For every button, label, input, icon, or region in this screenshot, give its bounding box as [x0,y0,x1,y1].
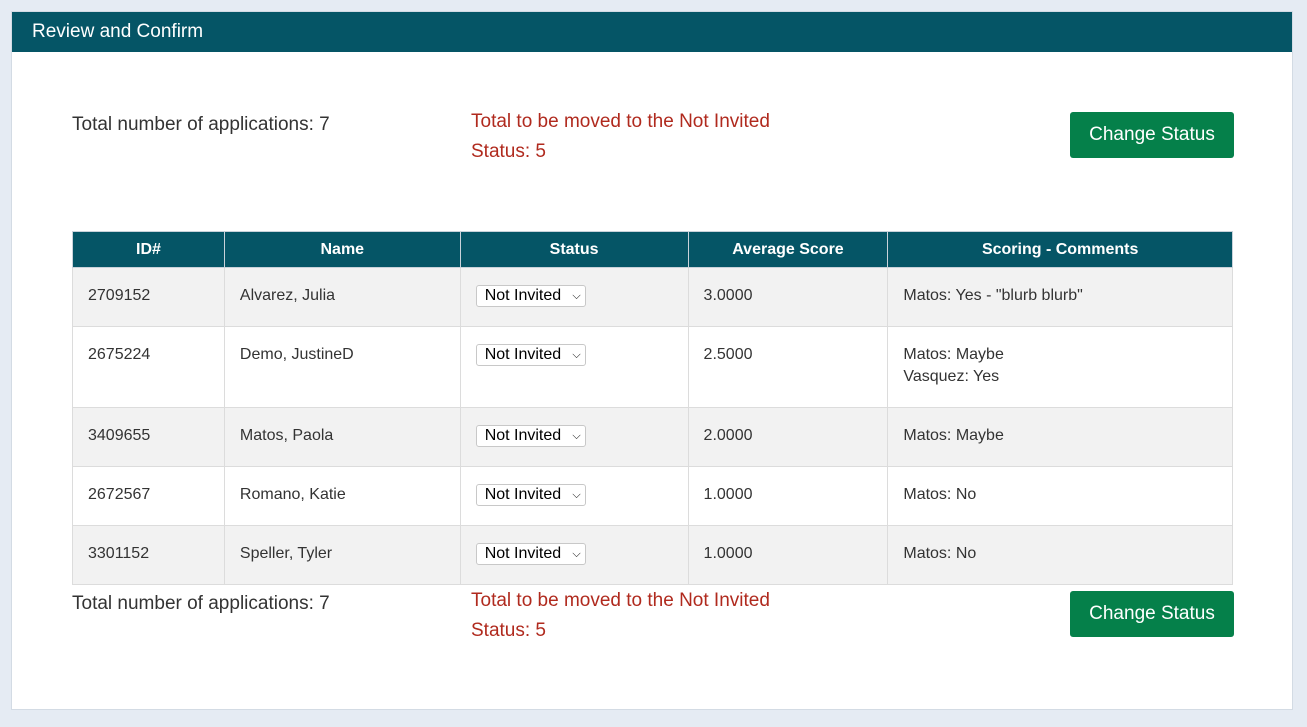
moved-line-1: Total to be moved to the Not Invited [471,111,770,132]
panel-title: Review and Confirm [32,21,204,42]
cell-comments: Matos: No [887,525,1233,585]
table-row: 2672567 Romano, Katie Not Invited ⌵ 1.000… [72,466,1233,526]
comment-line: Matos: Yes - "blurb blurb" [903,287,1083,304]
status-select-value: Not Invited [484,486,562,503]
panel-header: Review and Confirm [12,12,1292,52]
cell-score: 2.5000 [687,326,889,408]
comment-line: Matos: Maybe [903,346,1004,363]
comment-line: Matos: No [903,545,977,562]
total-applications: Total number of applications: 7 [72,593,330,614]
cell-name: Romano, Katie [223,466,461,526]
change-status-button-top[interactable]: Change Status [1070,112,1234,158]
cell-id: 2709152 [72,267,225,327]
cell-comments: Matos: Yes - "blurb blurb" [887,267,1233,327]
table-row: 2709152 Alvarez, Julia Not Invited ⌵ 3.00… [72,267,1233,327]
cell-name: Speller, Tyler [223,525,461,585]
status-select[interactable]: Not Invited ⌵ [475,285,586,307]
chevron-down-icon: ⌵ [572,290,581,302]
status-select[interactable]: Not Invited ⌵ [475,484,586,506]
chevron-down-icon: ⌵ [572,349,581,361]
cell-status: Not Invited ⌵ [459,466,689,526]
cell-status: Not Invited ⌵ [459,326,689,408]
status-select[interactable]: Not Invited ⌵ [475,425,586,447]
review-panel: Review and Confirm Total number of appli… [11,11,1293,710]
status-select-value: Not Invited [484,427,562,444]
cell-name: Demo, JustineD [223,326,461,408]
col-header-average-score[interactable]: Average Score [687,231,889,268]
cell-id: 3301152 [72,525,225,585]
comment-line: Matos: Maybe [903,427,1004,444]
cell-id: 3409655 [72,407,225,467]
table-header-row: ID# Name Status Average Score Scoring - … [72,231,1233,268]
cell-score: 1.0000 [687,525,889,585]
col-header-status[interactable]: Status [459,231,689,268]
status-select[interactable]: Not Invited ⌵ [475,344,586,366]
col-header-name[interactable]: Name [223,231,461,268]
total-applications: Total number of applications: 7 [72,114,330,135]
chevron-down-icon: ⌵ [572,489,581,501]
comment-line: Vasquez: Yes [903,368,1000,385]
comment-line: Matos: No [903,486,977,503]
change-status-button-bottom[interactable]: Change Status [1070,591,1234,637]
cell-status: Not Invited ⌵ [459,267,689,327]
cell-status: Not Invited ⌵ [459,407,689,467]
col-header-id[interactable]: ID# [72,231,225,268]
cell-id: 2675224 [72,326,225,408]
table-row: 2675224 Demo, JustineD Not Invited ⌵ 2.50… [72,326,1233,408]
chevron-down-icon: ⌵ [572,430,581,442]
moved-line-1: Total to be moved to the Not Invited [471,590,770,611]
status-select-value: Not Invited [484,287,562,304]
cell-score: 3.0000 [687,267,889,327]
cell-name: Alvarez, Julia [223,267,461,327]
moved-line-2: Status: 5 [471,141,546,162]
table-row: 3301152 Speller, Tyler Not Invited ⌵ 1.00… [72,525,1233,585]
moved-count: Total to be moved to the Not Invited Sta… [471,586,770,646]
cell-status: Not Invited ⌵ [459,525,689,585]
status-select-value: Not Invited [484,545,562,562]
applications-table: ID# Name Status Average Score Scoring - … [72,231,1233,585]
cell-comments: Matos: No [887,466,1233,526]
cell-name: Matos, Paola [223,407,461,467]
status-select-value: Not Invited [484,346,562,363]
moved-line-2: Status: 5 [471,620,546,641]
col-header-scoring-comments[interactable]: Scoring - Comments [887,231,1233,268]
table-row: 3409655 Matos, Paola Not Invited ⌵ 2.0000… [72,407,1233,467]
status-select[interactable]: Not Invited ⌵ [475,543,586,565]
cell-score: 1.0000 [687,466,889,526]
cell-score: 2.0000 [687,407,889,467]
cell-id: 2672567 [72,466,225,526]
cell-comments: Matos: Maybe [887,407,1233,467]
chevron-down-icon: ⌵ [572,548,581,560]
cell-comments: Matos: Maybe Vasquez: Yes [887,326,1233,408]
moved-count: Total to be moved to the Not Invited Sta… [471,107,770,167]
